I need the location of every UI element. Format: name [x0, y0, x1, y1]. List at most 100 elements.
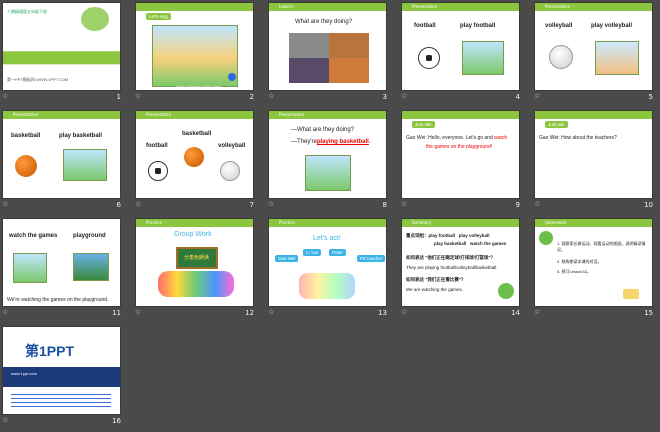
slide-thumb-14[interactable]: Summary 重点词组：play football play volleyba… [399, 216, 532, 321]
question-line: —What are they doing? [291, 127, 355, 133]
sentence-line: We're watching the games on the playgrou… [7, 297, 109, 303]
lets-act-title: Let's act! [313, 235, 341, 242]
slide-header-bar [136, 3, 253, 11]
summary-question-2: 如何表达 "我们正在看比赛"？ [406, 277, 466, 282]
volleyball-icon [220, 161, 240, 181]
just-talk-tag: Just talk [412, 121, 435, 128]
slide-number: 11 [112, 309, 121, 317]
star-icon: ☆ [534, 200, 541, 208]
play-football-image [462, 41, 504, 75]
star-icon: ☆ [268, 92, 275, 100]
dialogue-line-1: Gao Wei: Hello, everyone. Let's go and w… [406, 135, 508, 141]
slide-14[interactable]: Summary 重点词组：play football play volleyba… [401, 218, 520, 307]
playground-image [73, 253, 109, 281]
slide-10[interactable]: Just talk Gao Wei: How about the teacher… [534, 110, 653, 199]
sports-photo-collage [289, 33, 369, 83]
link-list [11, 391, 111, 409]
slide-9[interactable]: Just talk Gao Wei: Hello, everyone. Let'… [401, 110, 520, 199]
homework-item-2: 2. 熟练朗读本课的对话。 [557, 259, 602, 264]
slide-thumb-2[interactable]: Let's sing We're doing the hokey pokey ☆… [133, 0, 266, 105]
star-icon: ☆ [2, 308, 9, 316]
play-basketball-image [63, 149, 107, 181]
slide-7[interactable]: Presentation basketball football volleyb… [135, 110, 254, 199]
slide-number: 13 [378, 309, 387, 317]
star-icon: ☆ [534, 308, 541, 316]
homework-item-3: 3. 预习Lesson32。 [557, 269, 591, 274]
slide-1[interactable]: 人教精通版五年级下册 Unit 6 We're watching the gam… [2, 2, 121, 91]
dialogue-line-2: the games on the playground! [426, 144, 493, 150]
star-icon: ☆ [268, 308, 275, 316]
slide-thumb-12[interactable]: Practice Group Work 分角色朗读 ☆ 12 [133, 216, 266, 321]
slide-header-bar: Lead-in [269, 3, 386, 11]
slide-11[interactable]: watch the games playground We're watchin… [2, 218, 121, 307]
slide-thumb-7[interactable]: Presentation basketball football volleyb… [133, 108, 266, 213]
footer-text: 第一PPT模板网-WWW.1PPT.COM [7, 77, 69, 82]
slide-header-bar: Homework [535, 219, 652, 227]
brand-subtext: www.1ppt.com [11, 371, 38, 376]
slide-thumb-9[interactable]: Just talk Gao Wei: Hello, everyone. Let'… [399, 108, 532, 213]
slide-5[interactable]: Presentation volleyball play volleyball [534, 2, 653, 91]
star-icon: ☆ [401, 200, 408, 208]
slide-number: 16 [112, 417, 121, 425]
slide-3[interactable]: Lead-in What are they doing? [268, 2, 387, 91]
title-small: 人教精通版五年级下册 [7, 9, 47, 14]
slide-number: 5 [648, 93, 653, 101]
slide-4[interactable]: Presentation football play football [401, 2, 520, 91]
star-icon: ☆ [2, 92, 9, 100]
football-icon [418, 47, 440, 69]
football-icon [148, 161, 168, 181]
slide-header-bar: Practice [136, 219, 253, 227]
word-football: football [414, 23, 436, 29]
slide-number: 4 [515, 93, 520, 101]
slide-thumb-11[interactable]: watch the games playground We're watchin… [0, 216, 133, 321]
slide-number: 14 [511, 309, 520, 317]
star-icon: ☆ [2, 416, 9, 424]
word-football: football [146, 143, 168, 149]
dialogue-line-1: Gao Wei: How about the teachers? [539, 135, 617, 141]
slide-header-bar: Presentation [136, 111, 253, 119]
star-icon: ☆ [401, 308, 408, 316]
group-work-title: Group Work [174, 231, 212, 238]
slide-13[interactable]: Practice Let's act! Gao Wei Li Yan Peter… [268, 218, 387, 307]
slide-header-bar: Summary [402, 219, 519, 227]
slide-16[interactable]: 第1PPT www.1ppt.com [2, 326, 121, 415]
slide-number: 9 [515, 201, 520, 209]
slide-title: Unit 6 We're watching the games. [7, 43, 87, 49]
pencil-icon [623, 289, 639, 299]
key-phrases-line-2: play basketball watch the games [434, 241, 507, 246]
star-icon: ☆ [135, 92, 142, 100]
just-talk-tag: Just talk [545, 121, 568, 128]
slide-thumb-6[interactable]: Presentation basketball play basketball … [0, 108, 133, 213]
slide-thumb-1[interactable]: 人教精通版五年级下册 Unit 6 We're watching the gam… [0, 0, 133, 105]
slide-12[interactable]: Practice Group Work 分角色朗读 [135, 218, 254, 307]
slide-header-bar: Presentation [535, 3, 652, 11]
slide-thumb-5[interactable]: Presentation volleyball play volleyball … [532, 0, 660, 105]
slide-thumb-8[interactable]: Presentation —What are they doing? —They… [266, 108, 399, 213]
slide-8[interactable]: Presentation —What are they doing? —They… [268, 110, 387, 199]
slide-15[interactable]: Homework 1. 观察家长做运动、观看运动的图画，说明精读情况。 2. 熟… [534, 218, 653, 307]
slide-header-bar: Presentation [3, 111, 120, 119]
turtle-icon [539, 231, 553, 245]
basketball-icon [15, 155, 37, 177]
slide-thumb-16[interactable]: 第1PPT www.1ppt.com ☆ 16 [0, 324, 133, 429]
star-icon: ☆ [2, 200, 9, 208]
slide-2[interactable]: Let's sing We're doing the hokey pokey [135, 2, 254, 91]
word-volleyball: volleyball [218, 143, 246, 149]
slide-number: 10 [644, 201, 653, 209]
brand-banner [3, 367, 120, 387]
word-volleyball: volleyball [545, 23, 573, 29]
slide-thumb-10[interactable]: Just talk Gao Wei: How about the teacher… [532, 108, 660, 213]
star-icon: ☆ [401, 92, 408, 100]
song-caption: We're doing the hokey pokey [176, 85, 221, 89]
slide-thumb-3[interactable]: Lead-in What are they doing? ☆ 3 [266, 0, 399, 105]
play-icon[interactable] [228, 73, 236, 81]
slide-6[interactable]: Presentation basketball play basketball [2, 110, 121, 199]
slide-thumb-4[interactable]: Presentation football play football ☆ 4 [399, 0, 532, 105]
slide-header-bar: Presentation [402, 3, 519, 11]
word-basketball: basketball [11, 133, 41, 139]
word-basketball: basketball [182, 131, 212, 137]
star-icon: ☆ [135, 200, 142, 208]
slide-thumb-13[interactable]: Practice Let's act! Gao Wei Li Yan Peter… [266, 216, 399, 321]
answer-line: —They'replaying basketball. [291, 139, 371, 145]
slide-thumb-15[interactable]: Homework 1. 观察家长做运动、观看运动的图画，说明精读情况。 2. 熟… [532, 216, 660, 321]
